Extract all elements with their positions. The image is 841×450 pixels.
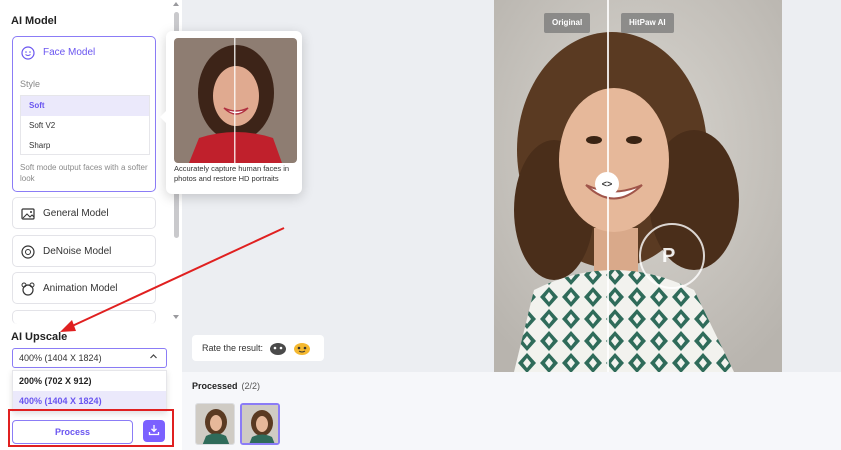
annotation-arrow xyxy=(60,227,285,332)
